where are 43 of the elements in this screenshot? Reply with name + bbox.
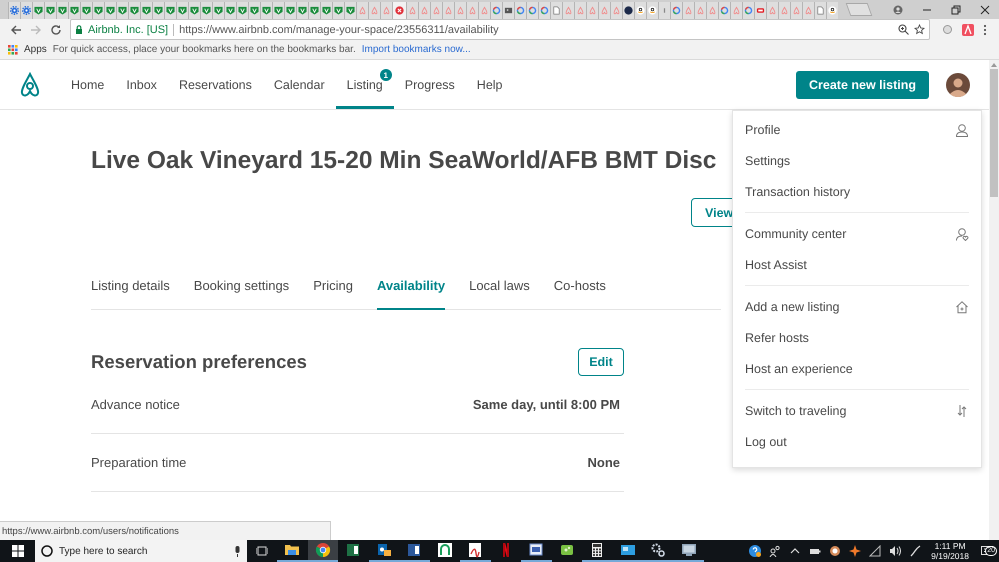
listing-tab[interactable]: Co-hosts xyxy=(554,272,606,310)
setting-label: Preparation time xyxy=(91,455,186,470)
menu-item[interactable]: Refer hosts xyxy=(745,330,809,344)
apps-link[interactable]: Apps xyxy=(24,44,47,55)
listing-tab[interactable]: Local laws xyxy=(469,272,530,310)
menu-item[interactable]: Settings xyxy=(745,154,790,168)
edit-button[interactable]: Edit xyxy=(578,348,624,376)
import-bookmarks-link[interactable]: Import bookmarks now... xyxy=(362,44,471,55)
menu-item[interactable]: Community center xyxy=(745,226,846,240)
menu-item[interactable]: Add a new listing xyxy=(745,300,840,314)
nav-link[interactable]: Help xyxy=(466,60,514,109)
create-listing-button[interactable]: Create new listing xyxy=(796,70,929,98)
listing-title: Live Oak Vineyard 15-20 Min SeaWorld/AFB BMT Disc xyxy=(91,146,716,176)
listing-tab[interactable]: Listing details xyxy=(91,272,170,310)
setting-label: Advance notice xyxy=(91,397,180,412)
setting-value: None xyxy=(588,455,620,470)
address-bar[interactable]: Airbnb. Inc. [US] https://www.airbnb.com/manage-your-space/23556311/availability xyxy=(70,19,930,40)
clock-date[interactable]: 9/19/2018 xyxy=(931,551,969,561)
nav-link[interactable]: Calendar xyxy=(262,60,336,109)
bookmarks-hint: For quick access, place your bookmarks here on the bookmarks bar. xyxy=(52,44,356,55)
menu-item[interactable]: Host an experience xyxy=(745,362,853,376)
listing-tab[interactable]: Pricing xyxy=(313,272,353,310)
notification-badge: 1 xyxy=(380,69,392,81)
url-text: https://www.airbnb.com/manage-your-space/23556311/availability xyxy=(179,24,500,36)
site-identity: Airbnb. Inc. [US] xyxy=(88,24,168,36)
search-bar[interactable]: Type here to search xyxy=(35,540,247,562)
menu-item[interactable]: Profile xyxy=(745,122,780,136)
section-heading: Reservation preferences xyxy=(91,351,307,373)
menu-item[interactable]: Host Assist xyxy=(745,258,807,272)
menu-item[interactable]: Switch to traveling xyxy=(745,404,846,418)
search-input[interactable]: Type here to search xyxy=(59,546,228,556)
nav-link[interactable]: Reservations xyxy=(168,60,263,109)
nav-link[interactable]: Inbox xyxy=(115,60,168,109)
nav-link[interactable]: Progress xyxy=(394,60,466,109)
listing-tab[interactable]: Booking settings xyxy=(194,272,290,310)
nav-link[interactable]: Home xyxy=(60,60,116,109)
clock-time[interactable]: 1:11 PM xyxy=(934,541,966,551)
status-url: https://www.airbnb.com/users/notifications xyxy=(0,521,331,540)
setting-value: Same day, until 8:00 PM xyxy=(472,397,620,412)
nav-link[interactable]: Listing 1 xyxy=(336,60,394,109)
menu-item[interactable]: Log out xyxy=(745,434,787,448)
menu-item[interactable]: Transaction history xyxy=(745,184,850,198)
listing-tab[interactable]: Availability xyxy=(376,272,446,310)
